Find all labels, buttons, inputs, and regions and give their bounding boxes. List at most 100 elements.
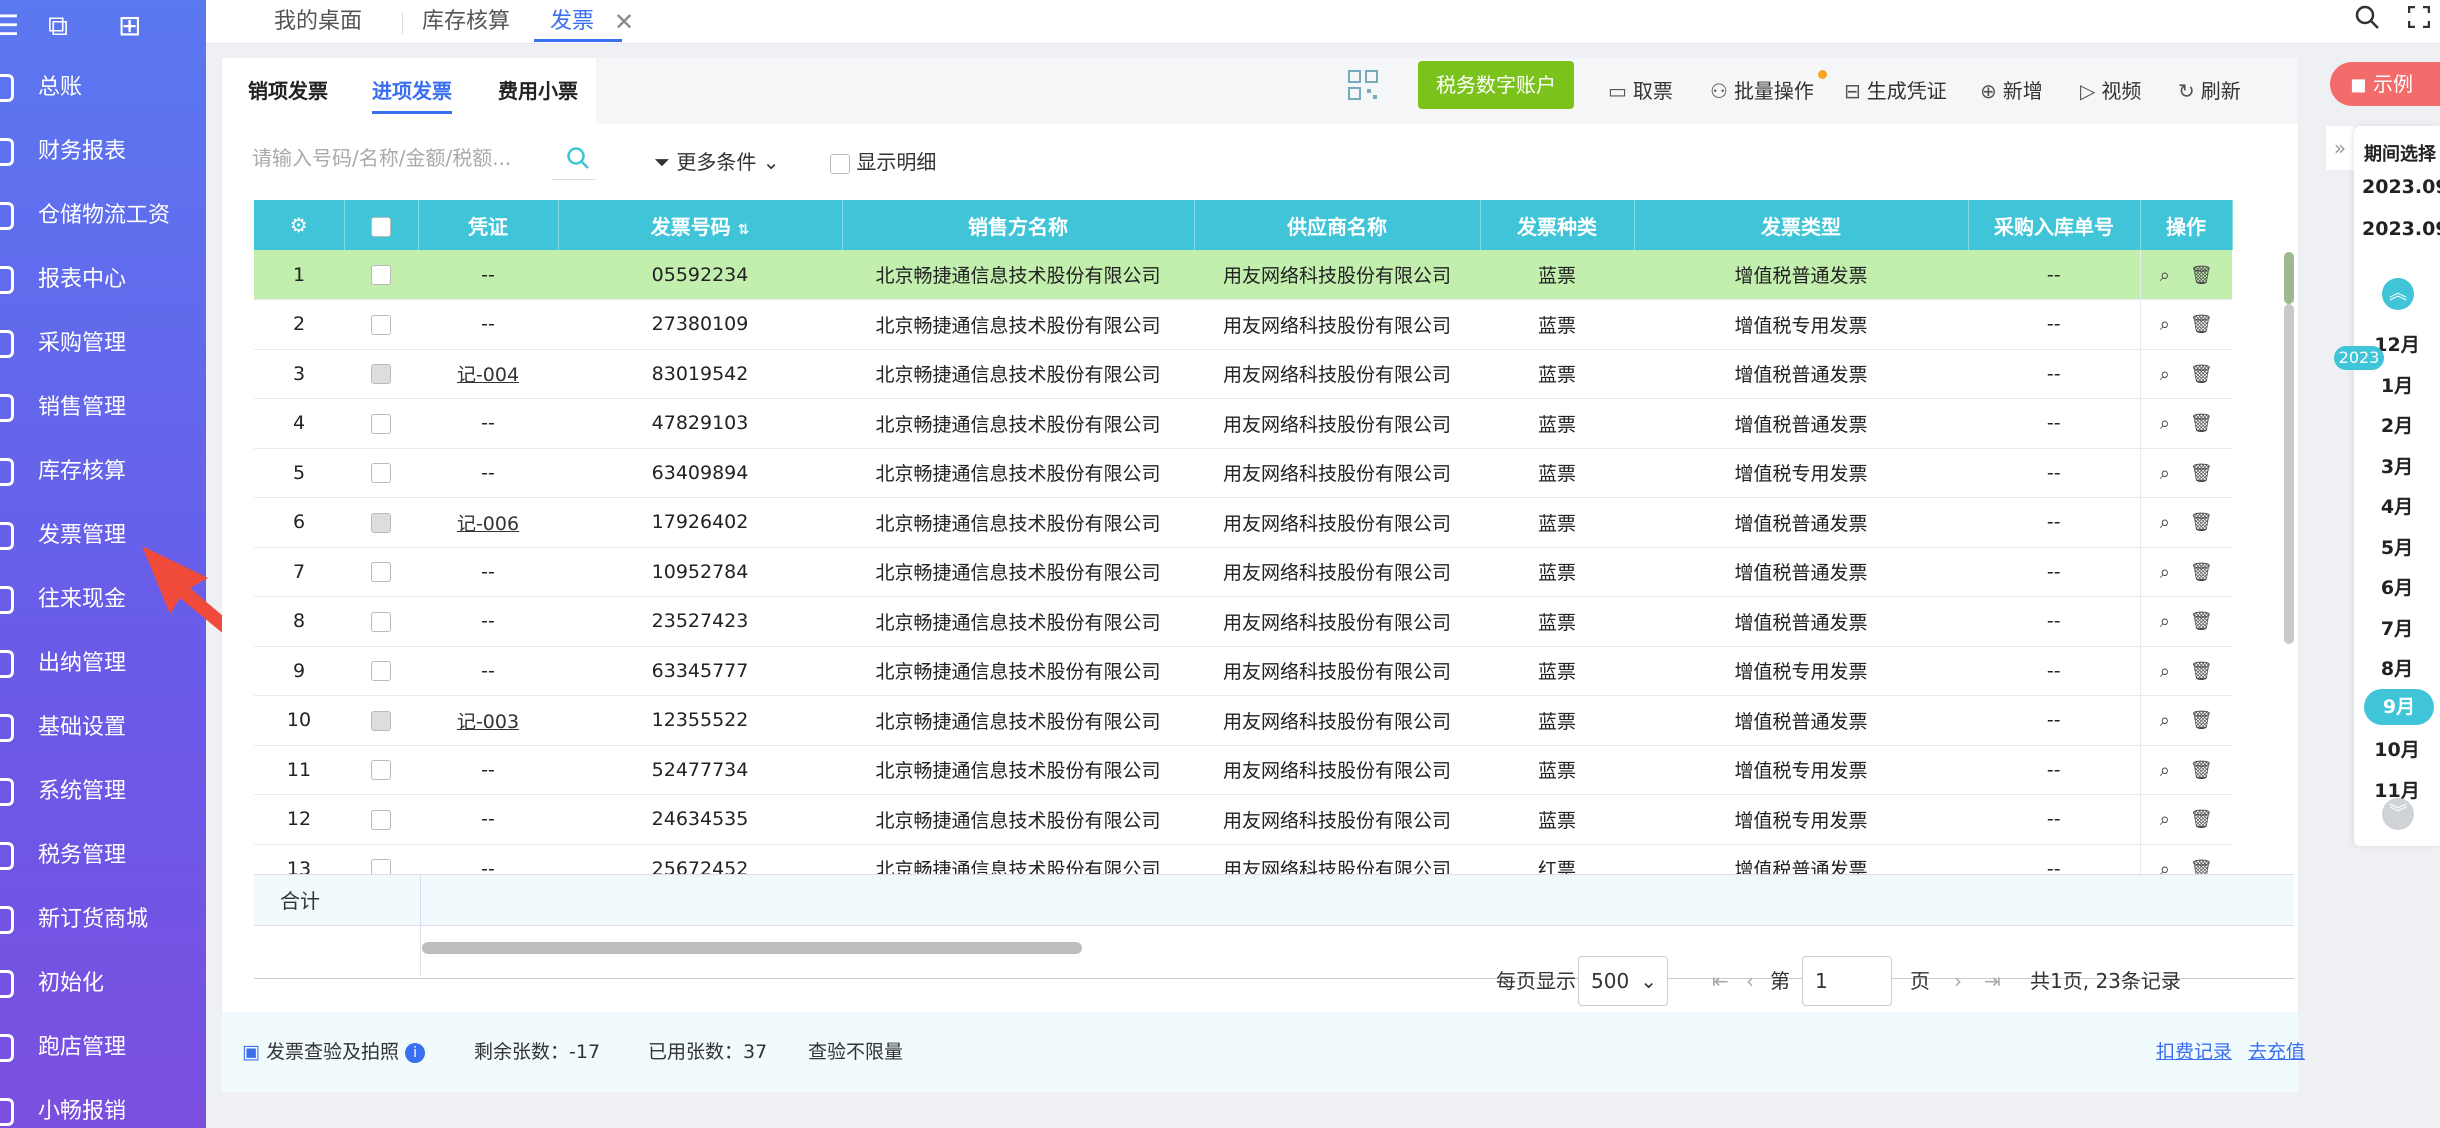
select-all[interactable] bbox=[344, 200, 419, 250]
month-option[interactable]: 10月 bbox=[2354, 735, 2440, 762]
menu-icon[interactable]: ☰ bbox=[0, 10, 19, 42]
sidebar-item[interactable]: 仓储物流工资 bbox=[0, 184, 206, 248]
table-row[interactable]: 7 -- 10952784 北京畅捷通信息技术股份有限公司 用友网络科技股份有限公司 蓝票… bbox=[254, 547, 2232, 597]
search-icon[interactable] bbox=[2354, 4, 2380, 30]
row-select[interactable] bbox=[344, 299, 418, 350]
scroll-up-icon[interactable]: ︽ bbox=[2382, 278, 2414, 310]
row-checkbox[interactable] bbox=[371, 809, 391, 830]
month-option[interactable]: 2月 bbox=[2354, 411, 2440, 438]
search-doc-icon[interactable]: ⧉ bbox=[48, 10, 68, 42]
sidebar-item[interactable]: 财务报表 bbox=[0, 120, 206, 184]
table-row[interactable]: 2 -- 27380109 北京畅捷通信息技术股份有限公司 用友网络科技股份有限公司 蓝票… bbox=[254, 299, 2232, 350]
row-select[interactable] bbox=[344, 844, 418, 874]
show-detail-checkbox[interactable] bbox=[830, 153, 850, 174]
add-button[interactable]: ⊕ 新增 bbox=[1980, 58, 2043, 124]
show-detail-toggle[interactable]: 显示明细 bbox=[830, 146, 936, 175]
row-select[interactable] bbox=[344, 547, 418, 597]
search-input[interactable] bbox=[252, 136, 552, 180]
period-end[interactable]: 2023.09 bbox=[2362, 218, 2440, 240]
delete-icon[interactable]: 🗑 bbox=[2190, 265, 2213, 286]
table-row[interactable]: 13 -- 25672452 北京畅捷通信息技术股份有限公司 用友网络科技股份有限公司 红… bbox=[254, 844, 2232, 874]
fetch-button[interactable]: ▭ 取票 bbox=[1608, 58, 1673, 124]
horizontal-scrollbar[interactable] bbox=[422, 942, 1082, 954]
sidebar-item[interactable]: 采购管理 bbox=[0, 312, 206, 376]
sidebar-item[interactable]: 总账 bbox=[0, 56, 206, 120]
row-select[interactable] bbox=[344, 497, 418, 548]
row-voucher-text[interactable]: 记-003 bbox=[457, 711, 519, 733]
tab-desktop[interactable]: 我的桌面 bbox=[274, 0, 362, 44]
table-row[interactable]: 8 -- 23527423 北京畅捷通信息技术股份有限公司 用友网络科技股份有限公司 蓝票… bbox=[254, 596, 2232, 647]
table-row[interactable]: 10 记-003 12355522 北京畅捷通信息技术股份有限公司 用友网络科技股份有限… bbox=[254, 695, 2232, 746]
month-option[interactable]: 4月 bbox=[2354, 492, 2440, 519]
info-icon[interactable]: i bbox=[405, 1042, 426, 1063]
view-icon[interactable]: ⌕ bbox=[2160, 314, 2170, 335]
delete-icon[interactable]: 🗑 bbox=[2190, 364, 2213, 385]
sidebar-item[interactable]: 销售管理 bbox=[0, 376, 206, 440]
view-icon[interactable]: ⌕ bbox=[2160, 512, 2170, 533]
table-row[interactable]: 9 -- 63345777 北京畅捷通信息技术股份有限公司 用友网络科技股份有限公司 蓝票… bbox=[254, 646, 2232, 696]
month-option[interactable]: 5月 bbox=[2354, 533, 2440, 560]
scroll-down-icon[interactable]: ︾ bbox=[2382, 798, 2414, 830]
more-conditions-dropdown[interactable]: ⏷ 更多条件 ⌄ bbox=[654, 146, 779, 175]
table-row[interactable]: 5 -- 63409894 北京畅捷通信息技术股份有限公司 用友网络科技股份有限公司 蓝票… bbox=[254, 448, 2232, 498]
delete-icon[interactable]: 🗑 bbox=[2190, 809, 2213, 830]
row-voucher-text[interactable]: 记-004 bbox=[457, 364, 519, 386]
row-select[interactable] bbox=[344, 398, 418, 449]
row-voucher[interactable]: 记-006 bbox=[418, 497, 558, 548]
view-icon[interactable]: ⌕ bbox=[2160, 562, 2170, 583]
row-checkbox[interactable] bbox=[371, 413, 391, 434]
col-invoice-no[interactable]: 发票号码 ⇅ bbox=[558, 200, 843, 250]
refresh-button[interactable]: ↻ 刷新 bbox=[2178, 58, 2241, 124]
view-icon[interactable]: ⌕ bbox=[2160, 413, 2170, 434]
month-option[interactable]: 3月 bbox=[2354, 452, 2440, 479]
vertical-scrollbar[interactable] bbox=[2284, 304, 2294, 644]
video-button[interactable]: ▷ 视频 bbox=[2080, 58, 2141, 124]
sort-icon[interactable]: ⇅ bbox=[738, 222, 750, 238]
first-page-icon[interactable]: ⇤ bbox=[1712, 956, 1729, 1006]
month-option[interactable]: 9月 bbox=[2364, 688, 2434, 725]
month-option[interactable]: 1月 bbox=[2354, 371, 2440, 398]
delete-icon[interactable]: 🗑 bbox=[2190, 661, 2213, 682]
period-start[interactable]: 2023.09 bbox=[2362, 176, 2440, 198]
tab-invoice[interactable]: 发票 bbox=[533, 0, 623, 44]
view-icon[interactable]: ⌕ bbox=[2160, 710, 2170, 731]
row-select[interactable] bbox=[344, 349, 418, 399]
settings-icon[interactable]: ⚙ bbox=[290, 213, 308, 237]
batch-button[interactable]: ⚇ 批量操作 bbox=[1710, 58, 1814, 124]
row-checkbox[interactable] bbox=[371, 710, 391, 731]
delete-icon[interactable]: 🗑 bbox=[2190, 413, 2213, 434]
view-icon[interactable]: ⌕ bbox=[2160, 265, 2170, 286]
tab-purchase-invoice[interactable]: 进项发票 bbox=[372, 58, 452, 124]
delete-icon[interactable]: 🗑 bbox=[2190, 859, 2213, 874]
row-voucher[interactable]: 记-003 bbox=[418, 695, 558, 746]
row-checkbox[interactable] bbox=[371, 760, 391, 781]
example-button[interactable]: ◼ 示例 bbox=[2330, 62, 2440, 106]
next-page-icon[interactable]: › bbox=[1954, 956, 1962, 1006]
table-row[interactable]: 12 -- 24634535 北京畅捷通信息技术股份有限公司 用友网络科技股份有限公司 蓝… bbox=[254, 794, 2232, 845]
row-checkbox[interactable] bbox=[371, 562, 391, 583]
table-row[interactable]: 6 记-006 17926402 北京畅捷通信息技术股份有限公司 用友网络科技股份有限公… bbox=[254, 497, 2232, 548]
column-settings[interactable]: ⚙ bbox=[254, 200, 345, 250]
qr-code-icon[interactable] bbox=[1348, 70, 1378, 100]
row-checkbox[interactable] bbox=[371, 463, 391, 484]
row-checkbox[interactable] bbox=[371, 364, 391, 385]
row-select[interactable] bbox=[344, 448, 418, 498]
view-icon[interactable]: ⌕ bbox=[2160, 760, 2170, 781]
table-row[interactable]: 1 -- 05592234 北京畅捷通信息技术股份有限公司 用友网络科技股份有限公司 蓝票… bbox=[254, 250, 2232, 300]
per-page-select[interactable]: 500 ⌄ bbox=[1578, 956, 1668, 1006]
row-select[interactable] bbox=[344, 596, 418, 647]
search-icon[interactable] bbox=[566, 146, 590, 170]
view-icon[interactable]: ⌕ bbox=[2160, 611, 2170, 632]
select-all-checkbox[interactable] bbox=[371, 216, 391, 237]
sidebar-item[interactable]: 库存核算 bbox=[0, 440, 206, 504]
delete-icon[interactable]: 🗑 bbox=[2190, 314, 2213, 335]
delete-icon[interactable]: 🗑 bbox=[2190, 710, 2213, 731]
row-select[interactable] bbox=[344, 250, 418, 300]
view-icon[interactable]: ⌕ bbox=[2160, 661, 2170, 682]
fullscreen-icon[interactable] bbox=[2408, 6, 2430, 28]
sidebar-item[interactable]: 小畅报销 bbox=[0, 1080, 206, 1128]
view-icon[interactable]: ⌕ bbox=[2160, 364, 2170, 385]
generate-voucher-button[interactable]: ⊟ 生成凭证 bbox=[1844, 58, 1947, 124]
sidebar-item[interactable]: 税务管理 bbox=[0, 824, 206, 888]
row-checkbox[interactable] bbox=[371, 611, 391, 632]
